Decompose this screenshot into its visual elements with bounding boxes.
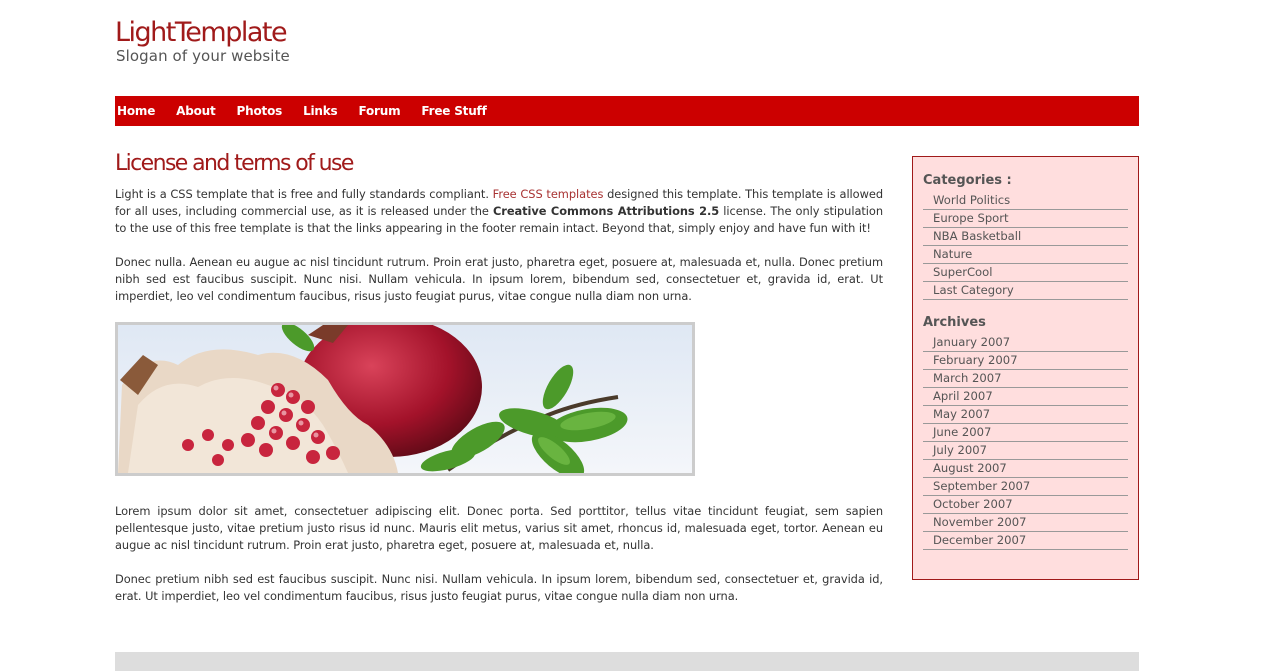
nav-item-about[interactable]: About (174, 96, 216, 126)
license-name: Creative Commons Attributions 2.5 (492, 204, 720, 218)
body-paragraph-4: Donec pretium nibh sed est faucibus susc… (115, 572, 883, 603)
list-item: Nature (923, 246, 1128, 264)
body-paragraph-3: Lorem ipsum dolor sit amet, consectetuer… (115, 504, 883, 552)
list-item: April 2007 (923, 388, 1128, 406)
category-link[interactable]: SuperCool (933, 265, 992, 279)
list-item: November 2007 (923, 514, 1128, 532)
list-item: NBA Basketball (923, 228, 1128, 246)
archive-link[interactable]: April 2007 (933, 389, 993, 403)
sidebar: Categories : World Politics Europe Sport… (912, 156, 1139, 580)
list-item: January 2007 (923, 334, 1128, 352)
list-item: World Politics (923, 192, 1128, 210)
list-item: June 2007 (923, 424, 1128, 442)
list-item: SuperCool (923, 264, 1128, 282)
list-item: October 2007 (923, 496, 1128, 514)
categories-list: World Politics Europe Sport NBA Basketba… (923, 192, 1128, 300)
nav-item-photos[interactable]: Photos (235, 96, 283, 126)
list-item: July 2007 (923, 442, 1128, 460)
list-item: Europe Sport (923, 210, 1128, 228)
archive-link[interactable]: November 2007 (933, 515, 1027, 529)
nav-item-links[interactable]: Links (301, 96, 338, 126)
nav-item-home[interactable]: Home (115, 96, 155, 126)
archive-link[interactable]: January 2007 (933, 335, 1010, 349)
archive-link[interactable]: May 2007 (933, 407, 990, 421)
body-paragraph-2: Donec nulla. Aenean eu augue ac nisl tin… (115, 255, 883, 303)
page-title: License and terms of use (115, 151, 354, 176)
free-css-templates-link[interactable]: Free CSS templates (493, 187, 604, 201)
archive-link[interactable]: July 2007 (933, 443, 987, 457)
site-slogan: Slogan of your website (116, 47, 290, 65)
list-item: September 2007 (923, 478, 1128, 496)
nav-item-free-stuff[interactable]: Free Stuff (419, 96, 486, 126)
category-link[interactable]: Last Category (933, 283, 1014, 297)
archive-link[interactable]: October 2007 (933, 497, 1013, 511)
archive-link[interactable]: September 2007 (933, 479, 1030, 493)
archive-link[interactable]: August 2007 (933, 461, 1007, 475)
list-item: December 2007 (923, 532, 1128, 550)
page-wrapper: LightTemplate Slogan of your website Hom… (115, 0, 1139, 671)
site-logo[interactable]: LightTemplate (115, 16, 288, 50)
archive-link[interactable]: December 2007 (933, 533, 1026, 547)
category-link[interactable]: Nature (933, 247, 972, 261)
list-item: May 2007 (923, 406, 1128, 424)
list-item: August 2007 (923, 460, 1128, 478)
footer-bar (115, 652, 1139, 671)
category-link[interactable]: Europe Sport (933, 211, 1009, 225)
category-link[interactable]: World Politics (933, 193, 1010, 207)
main-nav: Home About Photos Links Forum Free Stuff (115, 96, 1139, 126)
pomegranate-image (115, 322, 695, 476)
categories-title: Categories : (923, 173, 1012, 188)
list-item: March 2007 (923, 370, 1128, 388)
archive-link[interactable]: June 2007 (933, 425, 991, 439)
archives-title: Archives (923, 315, 986, 330)
main-content: License and terms of use Light is a CSS … (115, 148, 883, 622)
list-item: Last Category (923, 282, 1128, 300)
archive-link[interactable]: March 2007 (933, 371, 1002, 385)
nav-item-forum[interactable]: Forum (357, 96, 401, 126)
intro-text-a: Light is a CSS template that is free and… (115, 187, 493, 201)
intro-paragraph: Light is a CSS template that is free and… (115, 186, 883, 237)
list-item: February 2007 (923, 352, 1128, 370)
archive-link[interactable]: February 2007 (933, 353, 1018, 367)
archives-list: January 2007 February 2007 March 2007 Ap… (923, 334, 1128, 550)
category-link[interactable]: NBA Basketball (933, 229, 1021, 243)
